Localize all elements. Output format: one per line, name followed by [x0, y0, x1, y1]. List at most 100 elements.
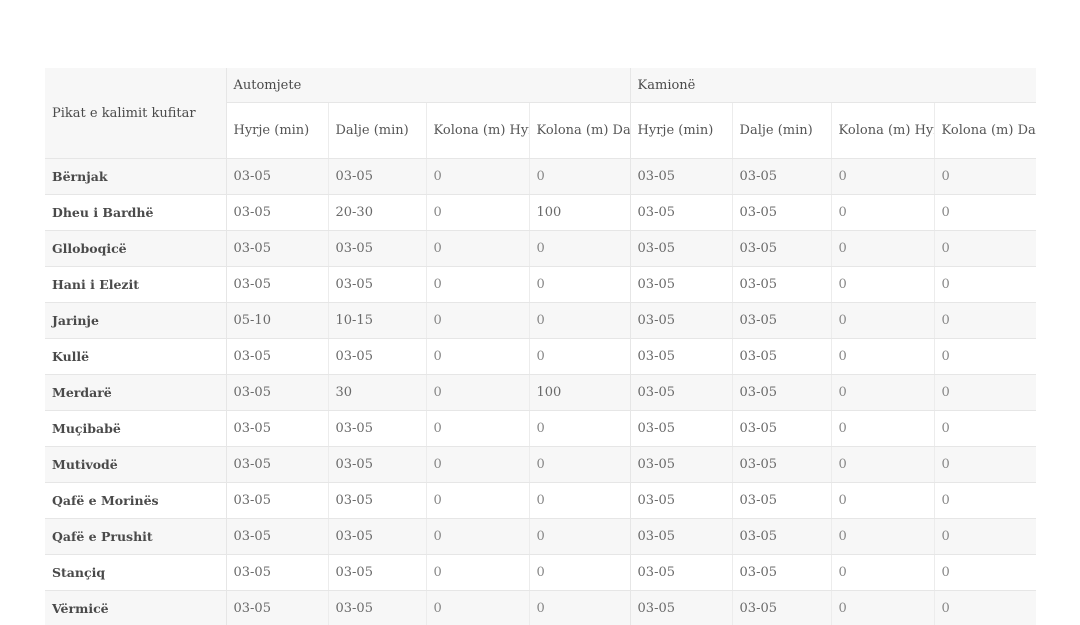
cell-trucks-entry: 03-05 [630, 194, 733, 231]
cell-cars-queue-exit: 0 [529, 410, 631, 447]
cell-trucks-queue-entry: 0 [831, 194, 935, 231]
cell-trucks-entry: 03-05 [630, 482, 733, 519]
header-cars-queue-exit: Kolona (m) Dalje [529, 102, 631, 159]
page: Pikat e kalimit kufitar Automjete Kamion… [0, 0, 1080, 625]
cell-cars-queue-exit: 0 [529, 230, 631, 267]
cell-trucks-queue-exit: 0 [934, 554, 1037, 591]
cell-trucks-exit: 03-05 [732, 446, 832, 483]
row-border-point-name: Muçibabë [45, 410, 227, 447]
cell-cars-entry: 03-05 [226, 518, 329, 555]
cell-cars-entry: 05-10 [226, 302, 329, 339]
cell-trucks-queue-entry: 0 [831, 518, 935, 555]
header-cars-queue-entry: Kolona (m) Hyrje [426, 102, 530, 159]
row-border-point-name: Vërmicë [45, 590, 227, 625]
cell-cars-entry: 03-05 [226, 194, 329, 231]
table-row: Glloboqicë 03-05 03-05 0 0 03-05 03-05 0 0 [45, 230, 1037, 267]
cell-trucks-exit: 03-05 [732, 338, 832, 375]
cell-cars-exit: 03-05 [328, 410, 427, 447]
cell-trucks-exit: 03-05 [732, 230, 832, 267]
table-row: Muçibabë 03-05 03-05 0 0 03-05 03-05 0 0 [45, 410, 1037, 447]
cell-cars-exit: 30 [328, 374, 427, 411]
cell-trucks-exit: 03-05 [732, 554, 832, 591]
cell-cars-entry: 03-05 [226, 482, 329, 519]
cell-cars-exit: 03-05 [328, 482, 427, 519]
cell-trucks-queue-entry: 0 [831, 482, 935, 519]
cell-trucks-exit: 03-05 [732, 194, 832, 231]
cell-cars-entry: 03-05 [226, 230, 329, 267]
table-row: Mutivodë 03-05 03-05 0 0 03-05 03-05 0 0 [45, 446, 1037, 483]
cell-cars-queue-exit: 0 [529, 446, 631, 483]
cell-cars-entry: 03-05 [226, 590, 329, 625]
cell-cars-entry: 03-05 [226, 410, 329, 447]
header-group-trucks: Kamionë [630, 68, 1037, 103]
row-border-point-name: Jarinje [45, 302, 227, 339]
cell-trucks-queue-entry: 0 [831, 158, 935, 195]
table-row: Qafë e Prushit 03-05 03-05 0 0 03-05 03-05 0 0 [45, 518, 1037, 555]
cell-trucks-queue-exit: 0 [934, 194, 1037, 231]
cell-cars-queue-entry: 0 [426, 446, 530, 483]
table-row: Hani i Elezit 03-05 03-05 0 0 03-05 03-05 0 0 [45, 266, 1037, 303]
cell-trucks-queue-entry: 0 [831, 338, 935, 375]
cell-cars-queue-exit: 0 [529, 518, 631, 555]
cell-trucks-entry: 03-05 [630, 590, 733, 625]
cell-trucks-exit: 03-05 [732, 410, 832, 447]
row-border-point-name: Merdarë [45, 374, 227, 411]
cell-cars-entry: 03-05 [226, 446, 329, 483]
cell-cars-queue-entry: 0 [426, 410, 530, 447]
header-trucks-queue-entry: Kolona (m) Hyrje [831, 102, 935, 159]
cell-cars-exit: 03-05 [328, 338, 427, 375]
table-body: Bërnjak 03-05 03-05 0 0 03-05 03-05 0 0 Dheu i Ba… [45, 158, 1037, 625]
cell-trucks-exit: 03-05 [732, 266, 832, 303]
border-crossings-table: Pikat e kalimit kufitar Automjete Kamion… [45, 68, 1037, 625]
table-row: Vërmicë 03-05 03-05 0 0 03-05 03-05 0 0 [45, 590, 1037, 625]
row-border-point-name: Qafë e Morinës [45, 482, 227, 519]
cell-cars-exit: 20-30 [328, 194, 427, 231]
cell-cars-queue-exit: 0 [529, 266, 631, 303]
cell-cars-entry: 03-05 [226, 266, 329, 303]
cell-trucks-entry: 03-05 [630, 230, 733, 267]
cell-cars-queue-entry: 0 [426, 230, 530, 267]
cell-trucks-queue-entry: 0 [831, 410, 935, 447]
cell-cars-queue-exit: 0 [529, 482, 631, 519]
cell-trucks-entry: 03-05 [630, 338, 733, 375]
cell-cars-queue-exit: 100 [529, 194, 631, 231]
cell-cars-queue-entry: 0 [426, 194, 530, 231]
header-cars-entry: Hyrje (min) [226, 102, 329, 159]
cell-cars-queue-exit: 0 [529, 590, 631, 625]
cell-trucks-queue-entry: 0 [831, 266, 935, 303]
table-row: Bërnjak 03-05 03-05 0 0 03-05 03-05 0 0 [45, 158, 1037, 195]
header-border-points: Pikat e kalimit kufitar [45, 68, 227, 159]
row-border-point-name: Glloboqicë [45, 230, 227, 267]
row-border-point-name: Mutivodë [45, 446, 227, 483]
cell-cars-exit: 03-05 [328, 158, 427, 195]
header-group-cars: Automjete [226, 68, 631, 103]
cell-cars-queue-entry: 0 [426, 374, 530, 411]
header-trucks-exit: Dalje (min) [732, 102, 832, 159]
cell-cars-queue-entry: 0 [426, 590, 530, 625]
cell-trucks-entry: 03-05 [630, 518, 733, 555]
cell-cars-queue-exit: 0 [529, 158, 631, 195]
row-border-point-name: Hani i Elezit [45, 266, 227, 303]
header-trucks-entry: Hyrje (min) [630, 102, 733, 159]
cell-trucks-queue-exit: 0 [934, 338, 1037, 375]
cell-trucks-queue-entry: 0 [831, 302, 935, 339]
cell-trucks-entry: 03-05 [630, 158, 733, 195]
cell-trucks-entry: 03-05 [630, 410, 733, 447]
cell-trucks-queue-exit: 0 [934, 374, 1037, 411]
cell-cars-queue-entry: 0 [426, 158, 530, 195]
cell-trucks-queue-exit: 0 [934, 230, 1037, 267]
row-border-point-name: Kullë [45, 338, 227, 375]
cell-cars-exit: 03-05 [328, 230, 427, 267]
cell-cars-queue-exit: 0 [529, 338, 631, 375]
cell-cars-queue-entry: 0 [426, 554, 530, 591]
cell-cars-queue-exit: 0 [529, 554, 631, 591]
table-row: Stançiq 03-05 03-05 0 0 03-05 03-05 0 0 [45, 554, 1037, 591]
cell-cars-queue-entry: 0 [426, 338, 530, 375]
cell-trucks-queue-exit: 0 [934, 158, 1037, 195]
cell-cars-exit: 03-05 [328, 518, 427, 555]
cell-trucks-queue-entry: 0 [831, 230, 935, 267]
cell-trucks-queue-entry: 0 [831, 554, 935, 591]
cell-cars-queue-entry: 0 [426, 482, 530, 519]
cell-trucks-exit: 03-05 [732, 374, 832, 411]
cell-trucks-queue-entry: 0 [831, 590, 935, 625]
